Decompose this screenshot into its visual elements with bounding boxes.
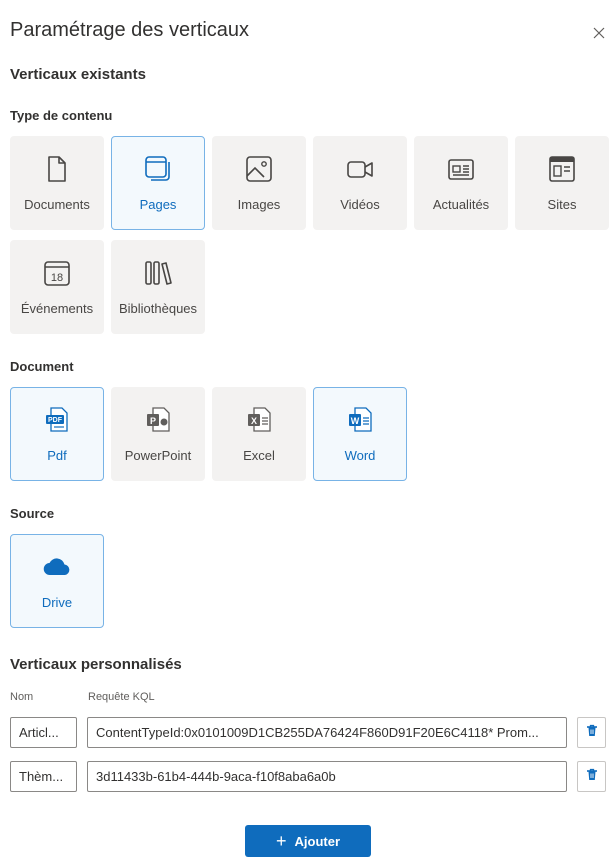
tile-word[interactable]: W Word [313,387,407,481]
tile-label: Événements [20,301,94,316]
tile-label: Pages [139,197,177,212]
query-text: ContentTypeId:0x0101009D1CB255DA76424F86… [96,725,539,740]
tile-label: Excel [243,448,275,463]
news-icon [446,154,476,184]
custom-row-name-input[interactable]: Thèm... [10,761,77,792]
existing-heading: Verticaux existants [10,66,146,83]
word-icon: W [345,405,375,435]
tile-videos[interactable]: Vidéos [313,136,407,230]
content-type-heading: Type de contenu [10,108,113,123]
tile-excel[interactable]: X Excel [212,387,306,481]
tile-label: Word [344,448,376,463]
tile-label: Pdf [47,448,67,463]
tile-label: Documents [24,197,90,212]
tile-pdf[interactable]: PDF Pdf [10,387,104,481]
cloud-icon [42,552,72,582]
delete-row-button[interactable] [577,717,606,748]
tile-label: Vidéos [340,197,380,212]
powerpoint-icon: P [143,405,173,435]
content-type-tiles: Documents Pages Images Vidéos Actualités… [10,136,609,334]
tile-events[interactable]: 18 Événements [10,240,104,334]
custom-heading: Verticaux personnalisés [10,656,182,673]
tile-pages[interactable]: Pages [111,136,205,230]
pdf-icon: PDF [42,405,72,435]
tile-label: Actualités [432,197,490,212]
tile-label: PowerPoint [124,448,192,463]
query-text: 3d11433b-61b4-444b-9aca-f10f8aba6a0b [96,769,336,784]
custom-row-name-input[interactable]: Articl... [10,717,77,748]
add-button[interactable]: + Ajouter [245,825,371,857]
tile-label: Sites [547,197,577,212]
tile-label: Bibliothèques [118,301,198,316]
document-tiles: PDF Pdf P PowerPoint X Excel W Word [10,387,609,481]
tile-images[interactable]: Images [212,136,306,230]
plus-icon: + [275,831,287,851]
document-heading: Document [10,359,74,374]
library-icon [143,258,173,288]
svg-text:18: 18 [51,272,63,284]
tile-drive[interactable]: Drive [10,534,104,628]
tile-label: Images [237,197,281,212]
tile-documents[interactable]: Documents [10,136,104,230]
pages-icon [143,154,173,184]
site-icon [547,154,577,184]
tile-label: Drive [41,595,73,610]
svg-text:X: X [251,416,257,426]
delete-row-button[interactable] [577,761,606,792]
custom-row-query-input[interactable]: 3d11433b-61b4-444b-9aca-f10f8aba6a0b [87,761,567,792]
document-icon [42,154,72,184]
tile-powerpoint[interactable]: P PowerPoint [111,387,205,481]
image-icon [244,154,274,184]
svg-text:P: P [150,416,156,426]
custom-row-query-input[interactable]: ContentTypeId:0x0101009D1CB255DA76424F86… [87,717,567,748]
calendar-icon: 18 [42,258,72,288]
video-icon [345,154,375,184]
close-icon[interactable] [588,22,610,44]
tile-news[interactable]: Actualités [414,136,508,230]
excel-icon: X [244,405,274,435]
tile-libraries[interactable]: Bibliothèques [111,240,205,334]
column-query-label: Requête KQL [88,691,155,703]
source-heading: Source [10,506,55,521]
trash-icon [586,768,598,786]
source-tiles: Drive [10,534,609,628]
panel-title: Paramétrage des verticaux [10,19,250,41]
trash-icon [586,724,598,742]
tile-sites[interactable]: Sites [515,136,609,230]
svg-text:W: W [351,416,360,426]
add-button-label: Ajouter [294,833,341,849]
svg-text:PDF: PDF [48,417,63,424]
column-name-label: Nom [10,691,34,703]
